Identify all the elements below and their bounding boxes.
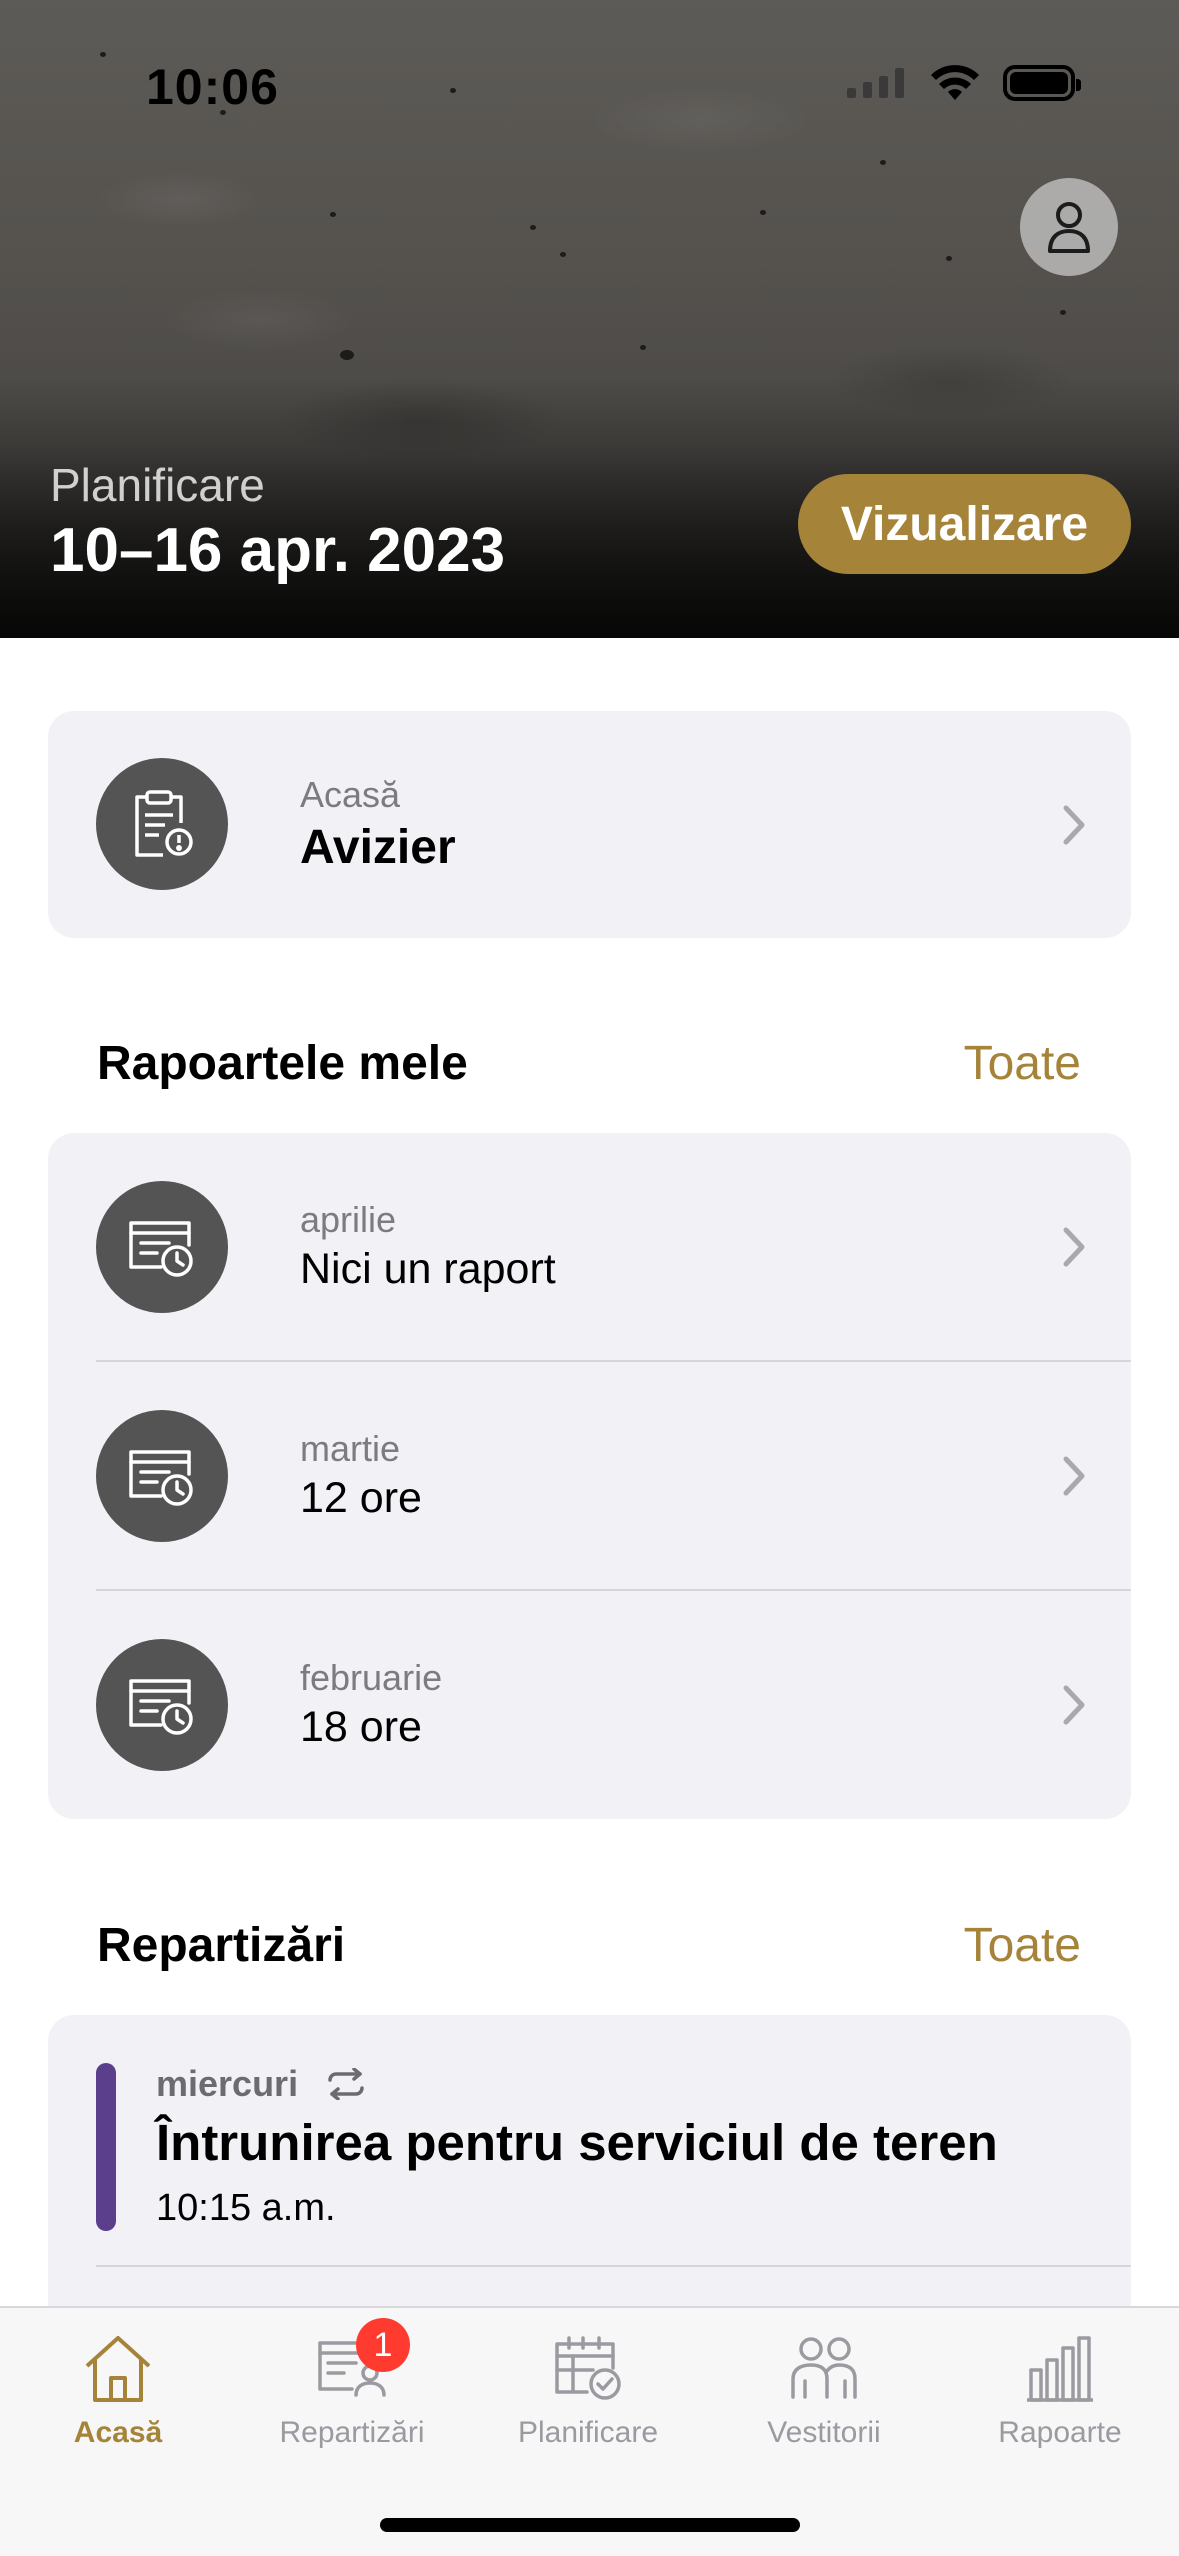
tab-publishers[interactable]: Vestitorii xyxy=(706,2308,942,2478)
calendar-check-icon xyxy=(555,2336,621,2400)
reports-see-all-link[interactable]: Toate xyxy=(964,1036,1081,1091)
report-month: aprilie xyxy=(300,1199,397,1240)
assignment-day: miercuri xyxy=(156,2063,299,2104)
bulletin-subtitle: Acasă xyxy=(300,774,401,815)
house-icon xyxy=(85,2336,151,2402)
report-month: martie xyxy=(300,1428,401,1469)
assignments-card: miercuri Întrunirea pentru serviciul de … xyxy=(48,2015,1131,2335)
tab-planning[interactable]: Planificare xyxy=(470,2308,706,2478)
tab-assignments[interactable]: 1 Repartizări xyxy=(234,2308,470,2478)
assignment-color-bar xyxy=(96,2063,116,2231)
report-month: februarie xyxy=(300,1657,443,1698)
repeat-icon xyxy=(328,2068,364,2100)
report-icon-circle xyxy=(96,1410,228,1542)
bulletin-card[interactable]: Acasă Avizier xyxy=(48,711,1131,938)
tab-label: Acasă xyxy=(73,2416,163,2449)
divider xyxy=(96,2265,1131,2267)
report-value: Nici un raport xyxy=(300,1245,556,1293)
assignments-section-title: Repartizări xyxy=(97,1919,346,1972)
report-clock-icon xyxy=(129,1450,193,1506)
report-icon-circle xyxy=(96,1181,228,1313)
hero-date: 10–16 apr. 2023 xyxy=(50,516,506,585)
home-indicator[interactable] xyxy=(380,2518,800,2532)
tab-label: Planificare xyxy=(517,2416,659,2449)
battery-icon xyxy=(1003,65,1081,101)
report-clock-icon xyxy=(129,1679,193,1735)
bulletin-row[interactable]: Acasă Avizier xyxy=(48,711,1131,938)
person-icon xyxy=(1048,202,1090,253)
chevron-right-icon xyxy=(1063,1227,1085,1267)
status-icons xyxy=(847,64,1081,102)
assignments-see-all-link[interactable]: Toate xyxy=(964,1918,1081,1973)
bulletin-icon-circle xyxy=(96,758,228,890)
chevron-right-icon xyxy=(1063,1456,1085,1496)
signal-icon xyxy=(847,68,904,98)
wifi-icon xyxy=(931,65,979,100)
tab-label: Repartizări xyxy=(279,2416,425,2449)
tab-reports[interactable]: Rapoarte xyxy=(942,2308,1178,2478)
assignment-title: Întrunirea pentru serviciul de teren xyxy=(156,2114,998,2171)
report-row[interactable]: martie 12 ore xyxy=(48,1362,1131,1591)
assignment-row[interactable]: miercuri Întrunirea pentru serviciul de … xyxy=(48,2015,1131,2281)
bulletin-title: Avizier xyxy=(300,821,456,874)
clipboard-alert-icon xyxy=(135,790,193,857)
report-value: 18 ore xyxy=(300,1703,422,1751)
report-value: 12 ore xyxy=(300,1474,422,1522)
tab-home[interactable]: Acasă xyxy=(0,2308,236,2478)
bar-chart-icon xyxy=(1027,2336,1093,2402)
people-icon xyxy=(791,2337,857,2399)
report-clock-icon xyxy=(129,1221,193,1277)
chevron-right-icon xyxy=(1063,1685,1085,1725)
report-row[interactable]: februarie 18 ore xyxy=(48,1591,1131,1819)
tab-label: Vestitorii xyxy=(767,2416,881,2449)
view-button[interactable]: Vizualizare xyxy=(798,474,1131,574)
status-time: 10:06 xyxy=(146,59,279,115)
reports-card: aprilie Nici un raport martie 12 ore feb… xyxy=(48,1133,1131,1819)
chevron-right-icon xyxy=(1063,805,1085,845)
report-row[interactable]: aprilie Nici un raport xyxy=(48,1133,1131,1362)
hero-label: Planificare xyxy=(50,459,265,511)
profile-button[interactable] xyxy=(1020,178,1118,276)
report-icon-circle xyxy=(96,1639,228,1771)
notification-badge: 1 xyxy=(356,2318,410,2372)
assignment-time: 10:15 a.m. xyxy=(156,2187,336,2229)
tab-label: Rapoarte xyxy=(998,2416,1122,2449)
reports-section-title: Rapoartele mele xyxy=(97,1037,468,1090)
